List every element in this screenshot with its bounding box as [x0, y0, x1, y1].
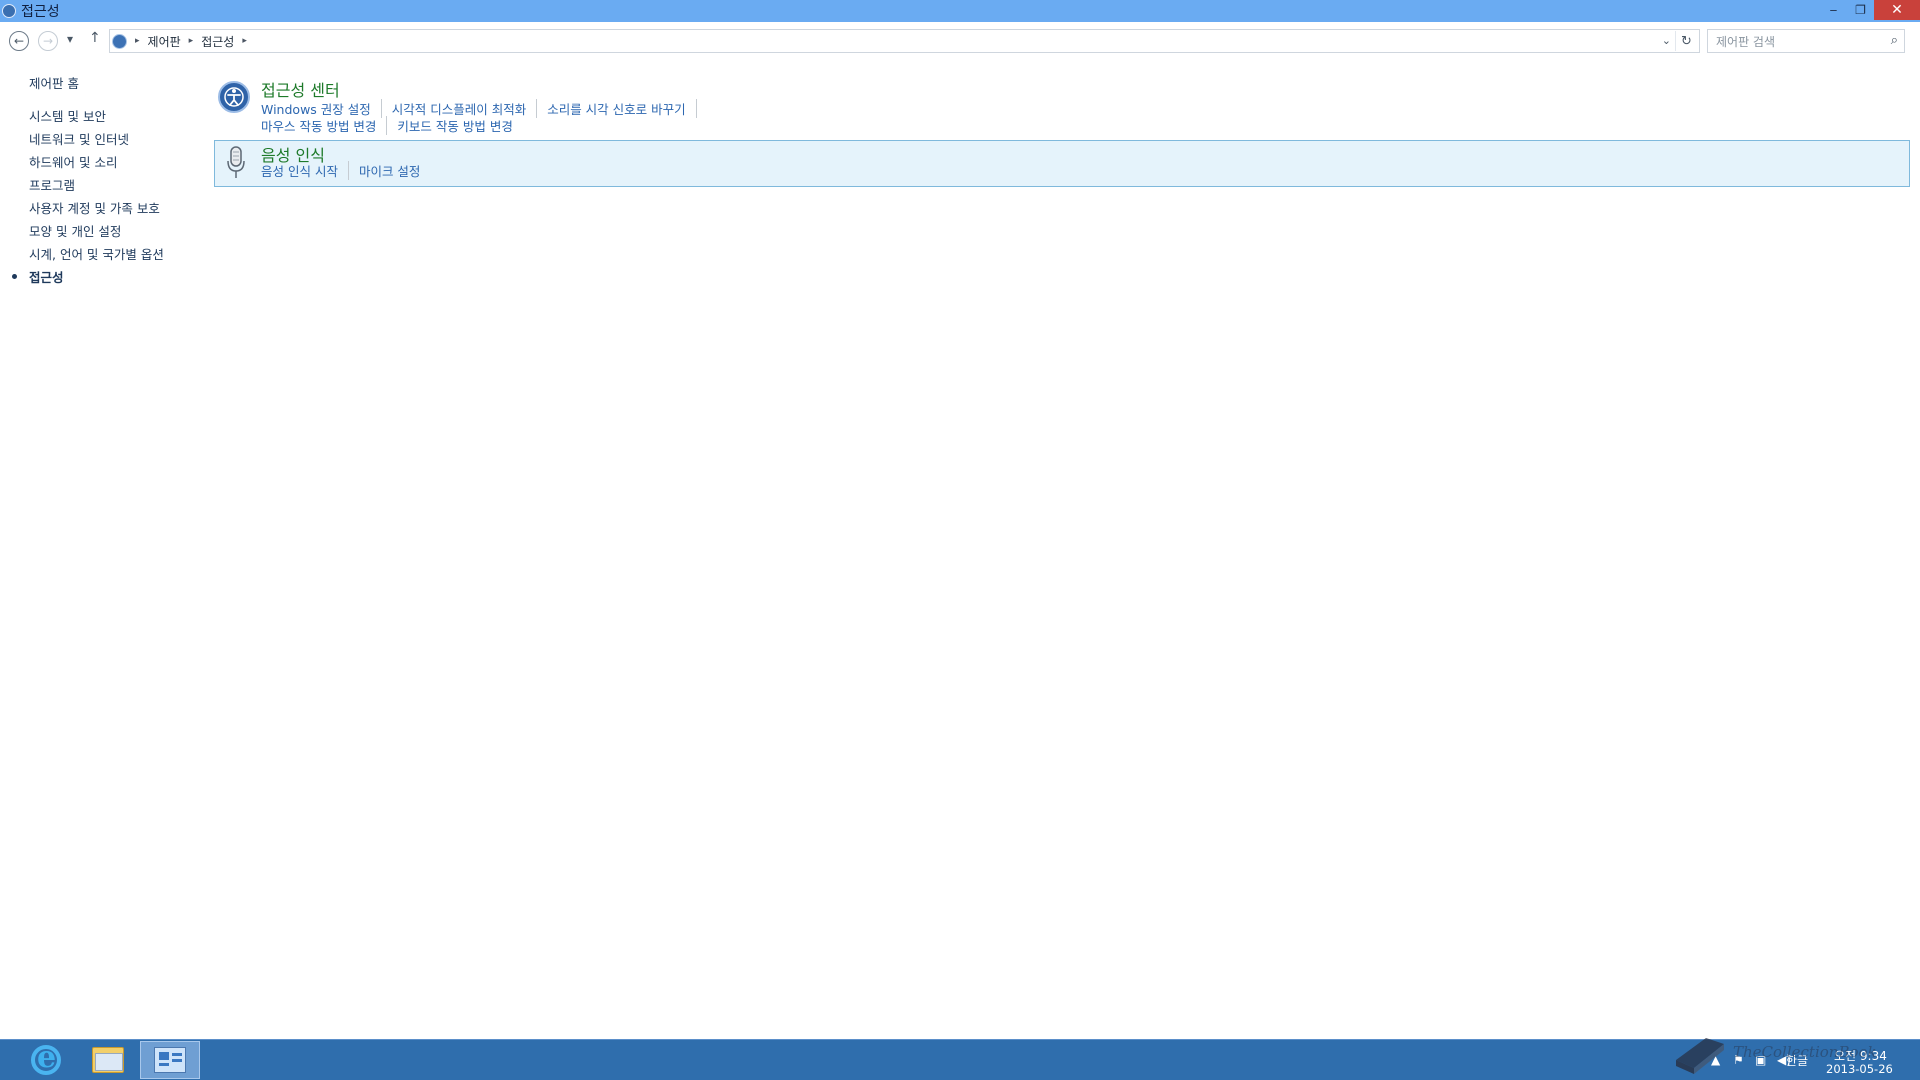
microphone-icon[interactable]	[226, 145, 246, 181]
minimize-button[interactable]: ‒	[1820, 0, 1847, 20]
sidebar-item-hardware-sound[interactable]: 하드웨어 및 소리	[29, 152, 117, 171]
refresh-icon[interactable]: ↻	[1675, 31, 1697, 51]
sidebar-item-user-accounts[interactable]: 사용자 계정 및 가족 보호	[29, 198, 160, 217]
taskbar-file-explorer[interactable]	[78, 1041, 138, 1079]
ease-of-access-icon[interactable]	[217, 80, 251, 114]
internet-explorer-icon	[31, 1040, 61, 1075]
up-button[interactable]: ↑	[89, 30, 101, 46]
sidebar-item-network-internet[interactable]: 네트워크 및 인터넷	[29, 129, 129, 148]
window-controls: ‒ ❐ ✕	[1820, 0, 1920, 22]
breadcrumb-arrow-icon[interactable]: ▸	[242, 36, 247, 46]
current-bullet-icon	[12, 274, 17, 279]
clock-date[interactable]: 2013-05-26	[1826, 1062, 1893, 1076]
book-logo-icon	[1676, 1038, 1724, 1074]
address-bar[interactable]: ▸ 제어판 ▸ 접근성 ▸ ⌄ ↻	[109, 29, 1700, 53]
folder-icon	[92, 1047, 124, 1073]
link-change-mouse-settings[interactable]: 마우스 작동 방법 변경	[261, 116, 388, 135]
link-start-speech-recognition[interactable]: 음성 인식 시작	[261, 161, 349, 180]
category-speech-recognition[interactable]: 음성 인식 음성 인식 시작 마이크 설정	[214, 140, 1910, 187]
close-button[interactable]: ✕	[1874, 0, 1920, 20]
recent-locations-dropdown[interactable]: ▾	[67, 32, 73, 46]
breadcrumb-arrow-icon[interactable]: ▸	[135, 36, 140, 46]
speech-recognition-links: 음성 인식 시작 마이크 설정	[261, 161, 440, 180]
forward-button[interactable]: →	[38, 31, 58, 51]
watermark-text: TheCollectionBook	[1733, 1043, 1877, 1061]
sidebar-item-appearance[interactable]: 모양 및 개인 설정	[29, 221, 121, 240]
taskbar-control-panel[interactable]	[140, 1041, 200, 1079]
ease-of-access-center-title[interactable]: 접근성 센터	[261, 77, 340, 101]
breadcrumb-accessibility[interactable]: 접근성	[201, 33, 234, 50]
title-bar: 접근성 ‒ ❐ ✕	[0, 0, 1920, 22]
sidebar-item-clock-language-region[interactable]: 시계, 언어 및 국가별 옵션	[29, 244, 164, 263]
control-panel-icon	[112, 33, 127, 49]
link-replace-sounds-visual-cues[interactable]: 소리를 시각 신호로 바꾸기	[547, 99, 697, 118]
sidebar-item-control-panel-home[interactable]: 제어판 홈	[29, 73, 79, 92]
navigation-bar: ← → ▾ ↑ ▸ 제어판 ▸ 접근성 ▸ ⌄ ↻ 제어판 검색 ⌕	[0, 22, 1920, 60]
control-panel-icon[interactable]	[2, 4, 16, 18]
control-panel-icon	[154, 1047, 186, 1073]
sidebar-item-programs[interactable]: 프로그램	[29, 175, 75, 194]
address-dropdown-icon[interactable]: ⌄	[1662, 34, 1671, 47]
restore-button[interactable]: ❐	[1847, 0, 1874, 20]
link-change-keyboard-settings[interactable]: 키보드 작동 방법 변경	[397, 116, 522, 135]
link-microphone-settings[interactable]: 마이크 설정	[359, 161, 430, 180]
breadcrumb-control-panel[interactable]: 제어판	[148, 33, 181, 50]
window-title: 접근성	[21, 4, 60, 20]
breadcrumb-arrow-icon[interactable]: ▸	[189, 36, 194, 46]
sidebar-item-system-security[interactable]: 시스템 및 보안	[29, 106, 106, 125]
back-button[interactable]: ←	[9, 31, 29, 51]
search-input[interactable]: 제어판 검색 ⌕	[1707, 29, 1905, 53]
taskbar-internet-explorer[interactable]	[16, 1040, 76, 1079]
taskbar: ▲ ⚑ ▣ ◀) 한글 오전 9:34 2013-05-26	[0, 1039, 1920, 1080]
ease-of-access-links-row2: 마우스 작동 방법 변경 키보드 작동 방법 변경	[261, 116, 533, 135]
sidebar-item-accessibility: 접근성	[29, 270, 64, 285]
category-ease-of-access-center: 접근성 센터 Windows 권장 설정 시각적 디스플레이 최적화 소리를 시…	[214, 74, 1910, 135]
search-placeholder: 제어판 검색	[1716, 34, 1776, 49]
search-icon[interactable]: ⌕	[1891, 33, 1898, 48]
